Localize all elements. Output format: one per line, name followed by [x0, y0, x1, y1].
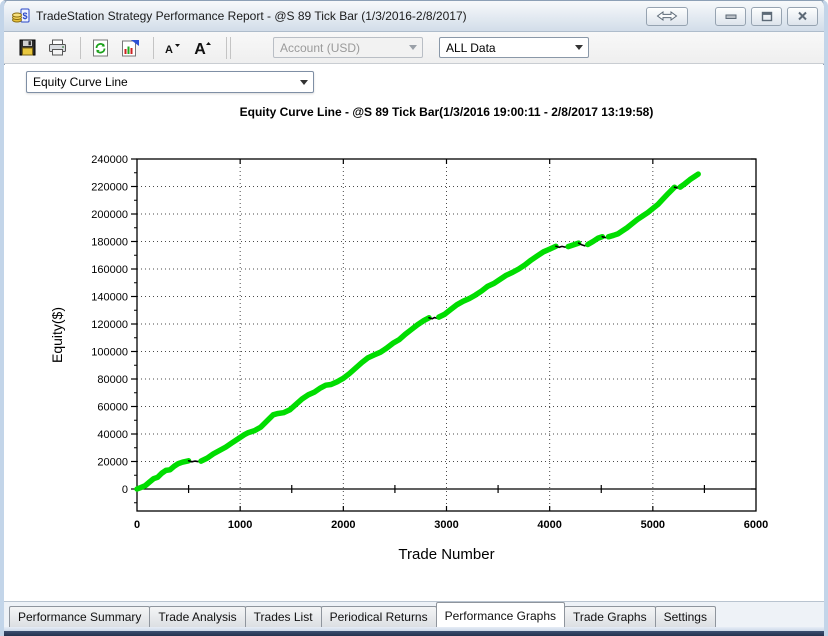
y-tick-label: 240000 — [91, 154, 128, 166]
y-tick-label: 120000 — [91, 319, 128, 331]
app-icon: $ — [12, 8, 30, 23]
x-tick-label: 5000 — [641, 519, 665, 531]
minimize-button[interactable] — [715, 6, 746, 26]
font-decrease-button[interactable]: A — [160, 36, 186, 60]
restore-button[interactable] — [751, 6, 782, 26]
y-tick-label: 180000 — [91, 237, 128, 249]
y-tick-label: 40000 — [97, 429, 128, 441]
report-tabbar: Performance Summary Trade Analysis Trade… — [4, 601, 824, 627]
tab-performance-summary[interactable]: Performance Summary — [9, 606, 151, 627]
tradestation-report-window: $ TradeStation Strategy Performance Repo… — [0, 0, 828, 636]
curve-segment-green — [436, 243, 559, 320]
svg-text:A: A — [194, 41, 206, 57]
font-increase-icon: A — [194, 41, 211, 57]
svg-text:A: A — [165, 44, 173, 56]
report-content: Equity Curve Line Equity Curve Line - @S… — [4, 65, 824, 601]
curve-segment-green — [198, 315, 432, 464]
x-tick-label: 4000 — [537, 519, 561, 531]
chevron-down-icon — [408, 45, 417, 50]
titlebar: $ TradeStation Strategy Performance Repo… — [4, 1, 824, 32]
print-icon — [48, 39, 66, 56]
x-tick-label: 3000 — [434, 519, 458, 531]
data-range-combobox[interactable]: ALL Data — [439, 37, 589, 58]
tab-trade-graphs[interactable]: Trade Graphs — [564, 606, 656, 627]
chevron-down-icon — [574, 45, 583, 50]
format-report-button[interactable] — [117, 36, 143, 60]
y-tick-label: 160000 — [91, 264, 128, 276]
y-tick-label: 100000 — [91, 347, 128, 359]
toolbar: A A Account (USD) ALL Data — [4, 32, 824, 64]
curve-segment-green — [605, 184, 678, 240]
y-tick-label: 0 — [122, 484, 128, 496]
x-tick-label: 2000 — [331, 519, 355, 531]
window-bottom-border — [4, 631, 824, 636]
save-button[interactable] — [14, 36, 40, 60]
y-tick-label: 200000 — [91, 209, 128, 221]
curve-segment-green — [677, 171, 701, 190]
toolbar-separator — [230, 36, 231, 59]
toolbar-separator — [80, 36, 81, 59]
equity-curve-chart: 0 1000 2000 3000 4000 5000 6000020000400006000… — [49, 154, 768, 563]
print-button[interactable] — [44, 36, 70, 60]
y-tick-label: 220000 — [91, 182, 128, 194]
curve-segment-green — [565, 240, 582, 250]
data-range-combobox-value: ALL Data — [446, 40, 496, 55]
x-tick-label: 0 — [134, 519, 140, 531]
account-combobox-value: Account (USD) — [280, 40, 361, 55]
resize-horizontal-button[interactable] — [646, 6, 688, 26]
curve-segment-green — [134, 458, 192, 492]
refresh-button[interactable] — [87, 36, 113, 60]
y-tick-label: 20000 — [97, 457, 128, 469]
font-decrease-icon: A — [165, 43, 180, 56]
toolbar-separator — [153, 36, 154, 59]
svg-text:$: $ — [22, 11, 27, 21]
y-tick-label: 80000 — [97, 374, 128, 386]
tab-trade-analysis[interactable]: Trade Analysis — [149, 606, 246, 627]
close-button[interactable] — [787, 6, 818, 26]
toolbar-separator — [226, 36, 227, 59]
close-icon — [798, 11, 807, 21]
x-axis-title: Trade Number — [398, 546, 494, 563]
resize-horizontal-icon — [656, 11, 678, 21]
y-axis-title: Equity($) — [49, 307, 65, 363]
refresh-icon — [92, 39, 108, 56]
tab-performance-graphs[interactable]: Performance Graphs — [435, 602, 565, 627]
y-tick-label: 140000 — [91, 292, 128, 304]
y-tick-label: 60000 — [97, 402, 128, 414]
account-combobox[interactable]: Account (USD) — [273, 37, 423, 58]
window-controls — [646, 6, 818, 26]
window-title: TradeStation Strategy Performance Report… — [36, 9, 467, 23]
font-increase-button[interactable]: A — [190, 36, 216, 60]
tab-periodical-returns[interactable]: Periodical Returns — [320, 606, 437, 627]
tab-trades-list[interactable]: Trades List — [244, 606, 322, 627]
x-tick-label: 1000 — [228, 519, 252, 531]
curve-segment-green — [585, 233, 606, 248]
minimize-icon — [725, 14, 736, 19]
x-tick-label: 6000 — [744, 519, 768, 531]
save-icon — [19, 39, 35, 56]
tab-settings[interactable]: Settings — [654, 606, 716, 627]
restore-icon — [761, 11, 772, 21]
format-report-icon — [121, 39, 139, 56]
